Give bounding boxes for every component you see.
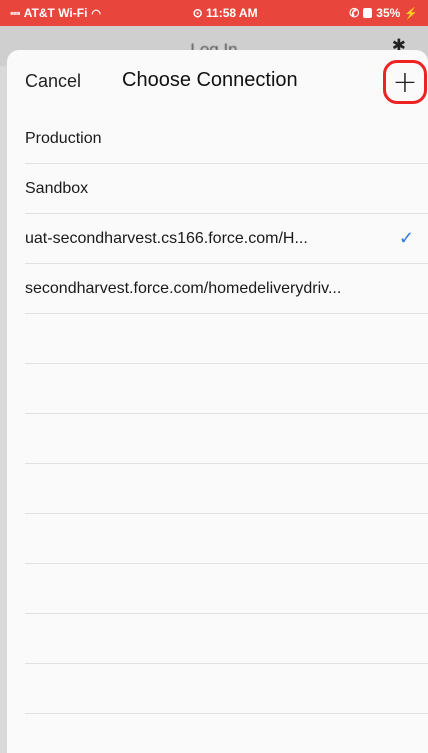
wifi-icon: ◠ [91, 7, 102, 20]
empty-row [7, 414, 428, 464]
connection-row[interactable]: Production [7, 114, 428, 164]
connection-label: secondharvest.force.com/homedeliverydriv… [25, 280, 342, 297]
checkmark-icon: ✓ [398, 228, 414, 248]
choose-connection-sheet: Cancel Choose Connection + Production San… [7, 50, 428, 753]
plus-icon: + [392, 64, 418, 100]
time-label: 11:58 AM [206, 6, 258, 20]
empty-row [7, 314, 428, 364]
empty-row [7, 614, 428, 664]
status-bar: ▪▪▪ AT&T Wi-Fi ◠ ⊙ 11:58 AM ✆ 35% ⚡ [0, 0, 428, 26]
empty-row [7, 514, 428, 564]
empty-row [7, 364, 428, 414]
connection-row[interactable]: secondharvest.force.com/homedeliverydriv… [7, 264, 428, 314]
connection-label: uat-secondharvest.cs166.force.com/H... [25, 230, 308, 247]
page-title: Choose Connection [122, 69, 298, 91]
status-left: ▪▪▪ AT&T Wi-Fi ◠ [10, 6, 101, 20]
signal-icon: ▪▪▪ [10, 6, 21, 20]
nav-bar: Cancel Choose Connection + [7, 50, 428, 114]
status-time: ⊙ 11:58 AM [193, 6, 258, 20]
connection-row[interactable]: Sandbox [7, 164, 428, 214]
cancel-button[interactable]: Cancel [25, 71, 81, 92]
battery-label: 35% [376, 6, 401, 20]
connection-label: Production [25, 130, 102, 147]
empty-row [7, 664, 428, 714]
alarm-icon: ⊙ [192, 6, 207, 20]
phone-icon: ✆ [349, 6, 360, 20]
connection-list: Production Sandbox uat-secondharvest.cs166… [7, 114, 428, 714]
empty-row [7, 464, 428, 514]
connection-label: Sandbox [25, 180, 89, 197]
empty-row [7, 564, 428, 614]
add-connection-button[interactable]: + [383, 60, 427, 104]
battery-icon [363, 8, 373, 18]
status-right: ✆ 35% ⚡ [349, 6, 418, 20]
charging-icon: ⚡ [404, 7, 418, 20]
carrier-label: AT&T Wi-Fi [23, 6, 88, 20]
connection-row[interactable]: uat-secondharvest.cs166.force.com/H... ✓ [7, 214, 428, 264]
